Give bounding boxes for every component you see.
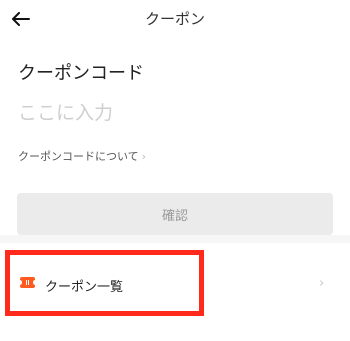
coupon-code-input[interactable] bbox=[18, 98, 332, 128]
ticket-icon bbox=[18, 277, 37, 288]
confirm-button[interactable]: 確認 bbox=[17, 193, 333, 235]
chevron-right-icon: › bbox=[141, 149, 147, 163]
section-divider bbox=[0, 235, 350, 243]
about-coupon-code-link[interactable]: クーポンコードについて › bbox=[18, 148, 146, 164]
coupon-code-heading: クーポンコード bbox=[18, 63, 144, 84]
about-coupon-code-label: クーポンコードについて bbox=[18, 150, 139, 163]
coupon-list-label: クーポン一覧 bbox=[45, 280, 124, 295]
page-title: クーポン bbox=[144, 10, 205, 28]
app-header: クーポン bbox=[0, 0, 350, 40]
chevron-right-icon: › bbox=[319, 276, 325, 291]
